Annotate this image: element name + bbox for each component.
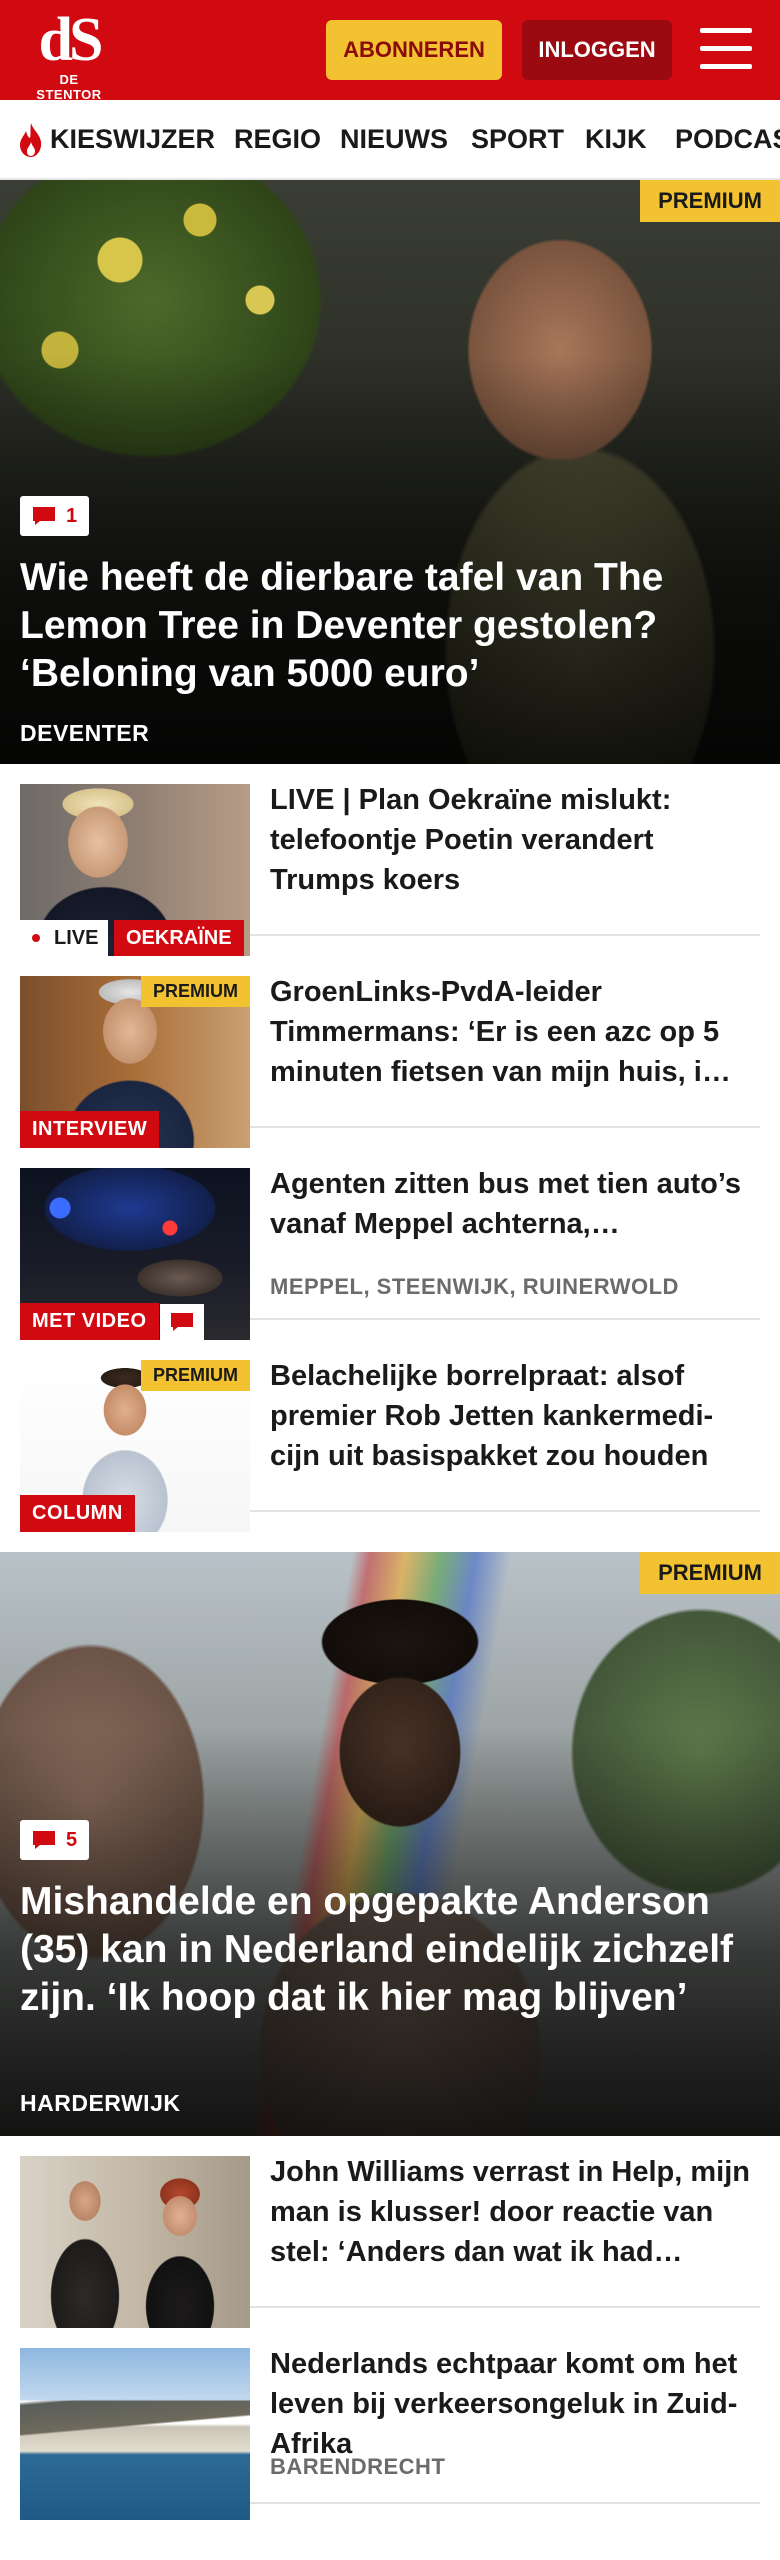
thumbnail-image: [20, 2156, 250, 2328]
nav-item-kijk[interactable]: KIJK: [585, 100, 647, 178]
article-thumbnail: PREMIUM COLUMN: [20, 1360, 250, 1532]
nav-item-podcast[interactable]: PODCAS: [675, 100, 780, 178]
hero-location: HARDERWIJK: [20, 2090, 181, 2116]
logo-mark: dS: [38, 6, 104, 74]
section-label: MET VIDEO: [20, 1303, 159, 1340]
list-item-achtervolging[interactable]: MET VIDEO Agenten zitten bus met tien au…: [20, 1148, 760, 1340]
comment-count-badge[interactable]: 5: [20, 1820, 90, 1860]
section-label: INTERVIEW: [20, 1111, 160, 1148]
live-badge: LIVE: [20, 920, 109, 956]
list-item-column[interactable]: PREMIUM COLUMN Belachelijke borrelpraat:…: [20, 1340, 760, 1532]
article-title[interactable]: Agenten zitten bus met tien auto’s vanaf…: [270, 1164, 758, 1244]
article-thumbnail: MET VIDEO: [20, 1168, 250, 1340]
hero-title[interactable]: Wie heeft de dierbare tafel van The Lemo…: [20, 554, 750, 698]
hero-article-lemon-tree[interactable]: PREMIUM 1 Wie heeft de dierbare tafel va…: [0, 180, 780, 764]
flame-icon: [20, 123, 42, 157]
nav-item-nieuws[interactable]: NIEUWS: [340, 100, 448, 178]
comment-count: 5: [66, 1828, 78, 1851]
live-label: LIVE: [54, 926, 99, 949]
article-thumbnail: [20, 2156, 250, 2328]
article-thumbnail: [20, 2348, 250, 2520]
article-thumbnail: LIVE OEKRAÏNE: [20, 784, 250, 956]
article-title[interactable]: GroenLinks-PvdA-leider Timmermans: ‘Er i…: [270, 972, 758, 1092]
comment-icon: [171, 1313, 193, 1331]
comment-badge: [160, 1304, 204, 1340]
subscribe-button[interactable]: ABONNEREN: [326, 20, 502, 80]
premium-badge: PREMIUM: [640, 180, 780, 222]
logo-subtitle: DE STENTOR: [36, 72, 102, 102]
site-header: dS DE STENTOR ABONNEREN INLOGGEN: [0, 0, 780, 102]
hamburger-icon[interactable]: [700, 26, 752, 72]
premium-badge: PREMIUM: [141, 976, 250, 1007]
nav-item-regio[interactable]: REGIO: [234, 100, 321, 178]
section-label: COLUMN: [20, 1495, 135, 1532]
comment-icon: [33, 507, 55, 525]
hero-location: DEVENTER: [20, 720, 150, 746]
list-item-zuid-afrika[interactable]: Nederlands echtpaar komt om het leven bi…: [20, 2328, 760, 2520]
article-thumbnail: PREMIUM INTERVIEW: [20, 976, 250, 1148]
thumbnail-image: [20, 2348, 250, 2520]
article-location: BARENDRECHT: [270, 2454, 446, 2479]
hero-title[interactable]: Mishandelde en opgepakte Anderson (35) k…: [20, 1878, 750, 2022]
nav-item-sport[interactable]: SPORT: [471, 100, 564, 178]
comment-icon: [33, 1831, 55, 1849]
hero-article-anderson[interactable]: PREMIUM 5 Mishandelde en opgepakte Ander…: [0, 1552, 780, 2136]
list-item-john-williams[interactable]: John Williams verrast in Help, mijn man …: [20, 2136, 760, 2328]
main-nav: KIESWIJZER REGIO NIEUWS SPORT KIJK PODCA…: [0, 100, 780, 180]
list-item-timmermans[interactable]: PREMIUM INTERVIEW GroenLinks-PvdA-leider…: [20, 956, 760, 1148]
premium-badge: PREMIUM: [141, 1360, 250, 1391]
site-logo[interactable]: dS DE STENTOR: [28, 6, 110, 102]
comment-count-badge[interactable]: 1: [20, 496, 90, 536]
login-button[interactable]: INLOGGEN: [522, 20, 672, 80]
section-label: OEKRAÏNE: [114, 920, 244, 956]
article-title[interactable]: Nederlands echtpaar komt om het leven bi…: [270, 2344, 758, 2464]
list-item-oekraine[interactable]: LIVE OEKRAÏNE LIVE | Plan Oekraïne mislu…: [20, 764, 760, 956]
premium-badge: PREMIUM: [640, 1552, 780, 1594]
nav-item-kieswijzer[interactable]: KIESWIJZER: [50, 100, 215, 178]
article-location: MEPPEL, STEENWIJK, RUINERWOLD: [270, 1274, 679, 1299]
article-title[interactable]: John Williams verrast in Help, mijn man …: [270, 2152, 758, 2272]
article-title[interactable]: Belachelijke borrelpraat: alsof premier …: [270, 1356, 758, 1476]
comment-count: 1: [66, 504, 78, 527]
article-title[interactable]: LIVE | Plan Oekraïne mislukt: telefoontj…: [270, 780, 758, 900]
live-dot-icon: [32, 934, 40, 942]
